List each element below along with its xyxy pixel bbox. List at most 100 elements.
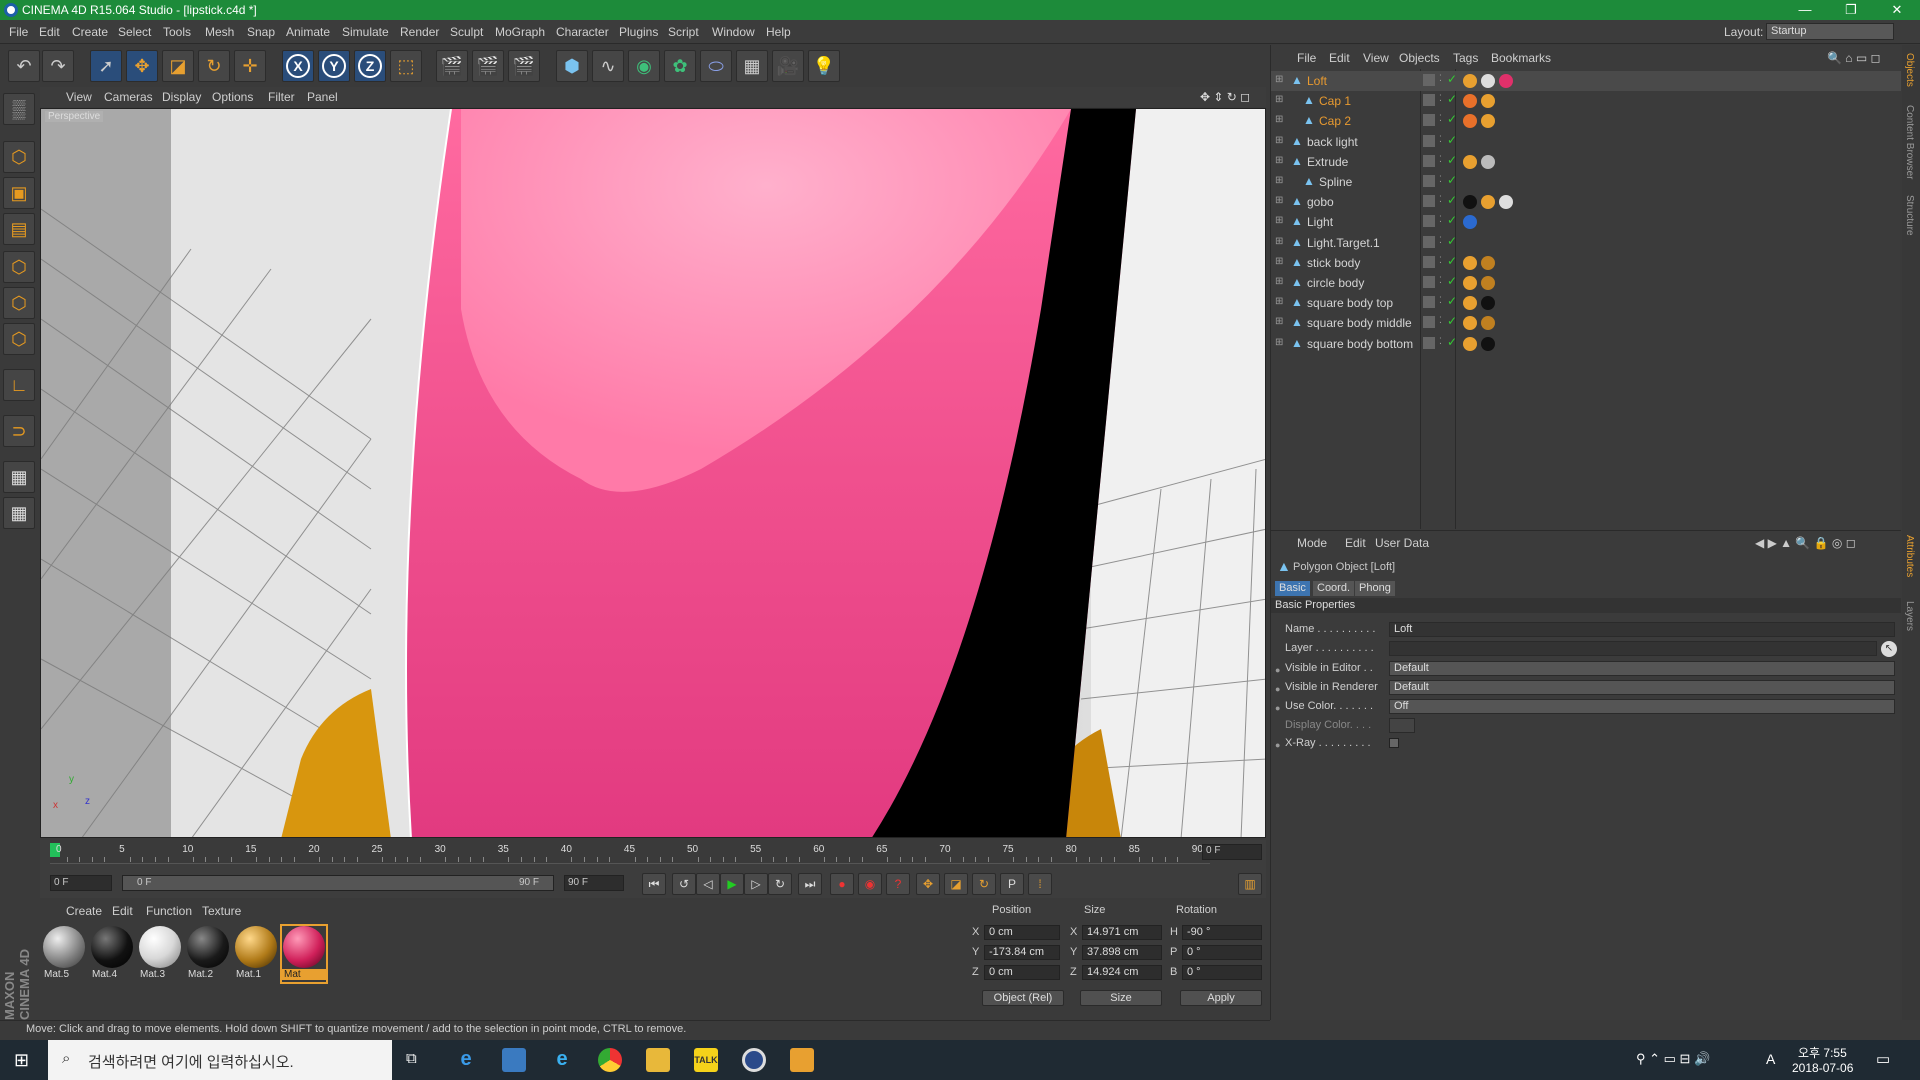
layer-swatch-icon[interactable] [1423, 215, 1435, 228]
material-swatch[interactable]: Mat.1 [234, 926, 278, 982]
object-menu-bookmarks[interactable]: Bookmarks [1491, 51, 1551, 65]
kakaotalk-icon[interactable]: TALK [694, 1048, 718, 1072]
use-color-select[interactable]: Off [1389, 699, 1895, 714]
select-tool-icon[interactable]: ➚ [90, 50, 122, 82]
enabled-check-icon[interactable]: ✓ [1447, 274, 1457, 288]
material-tag-icon[interactable] [1481, 255, 1495, 270]
size-y-field[interactable]: 37.898 cm [1082, 945, 1162, 960]
attribute-menu-edit[interactable]: Edit [1345, 536, 1366, 550]
viewport-menu-view[interactable]: View [66, 90, 92, 104]
object-row[interactable]: ⊞ ▲ circle body ⁚ ✓ [1271, 273, 1901, 293]
go-to-start-icon[interactable]: ⏮ [642, 873, 666, 895]
layer-swatch-icon[interactable] [1423, 74, 1435, 86]
object-row[interactable]: ⊞ ▲ Light ⁚ ✓ [1271, 212, 1901, 232]
visibility-dots-icon[interactable]: ⁚ [1439, 113, 1442, 124]
material-menu-function[interactable]: Function [146, 904, 192, 918]
autokey-icon[interactable]: ◉ [858, 873, 882, 895]
viewport-menu-options[interactable]: Options [212, 90, 253, 104]
side-tab-objects[interactable]: Objects [1904, 53, 1915, 87]
clock-date[interactable]: 2018-07-06 [1792, 1061, 1853, 1075]
side-tab-structure[interactable]: Structure [1904, 195, 1915, 236]
material-swatch[interactable]: Mat.2 [186, 926, 230, 982]
menu-mesh[interactable]: Mesh [205, 25, 234, 39]
enabled-check-icon[interactable]: ✓ [1447, 234, 1457, 248]
attribute-menu-mode[interactable]: Mode [1297, 536, 1327, 550]
object-row[interactable]: ⊞ ▲ square body top ⁚ ✓ [1271, 293, 1901, 313]
layer-swatch-icon[interactable] [1423, 195, 1435, 208]
expand-icon[interactable]: ⊞ [1275, 215, 1283, 226]
expand-icon[interactable]: ⊞ [1275, 135, 1283, 146]
rotation-p-field[interactable]: 0 ° [1182, 945, 1262, 960]
object-name[interactable]: Spline [1319, 175, 1352, 189]
rotation-h-field[interactable]: -90 ° [1182, 925, 1262, 940]
next-frame-icon[interactable]: ▷ [744, 873, 768, 895]
ime-indicator[interactable]: A [1766, 1051, 1775, 1067]
expand-icon[interactable]: ⊞ [1275, 94, 1283, 105]
polygons-mode-icon[interactable]: ⬡ [3, 323, 35, 355]
visibility-dots-icon[interactable]: ⁚ [1439, 73, 1442, 84]
model-mode-icon[interactable]: ⬡ [3, 141, 35, 173]
key-pla-icon[interactable]: ⁞ [1028, 873, 1052, 895]
coordinate-system-icon[interactable]: ⬚ [390, 50, 422, 82]
object-name[interactable]: Light.Target.1 [1307, 236, 1380, 250]
enabled-check-icon[interactable]: ✓ [1447, 294, 1457, 308]
menu-simulate[interactable]: Simulate [342, 25, 389, 39]
workplane-icon[interactable]: ▤ [3, 213, 35, 245]
viewport-menu-filter[interactable]: Filter [268, 90, 295, 104]
layer-swatch-icon[interactable] [1423, 175, 1435, 187]
menu-edit[interactable]: Edit [39, 25, 60, 39]
layer-field[interactable] [1389, 641, 1877, 656]
visibility-dots-icon[interactable]: ⁚ [1439, 255, 1442, 266]
object-manager-nav-icons[interactable]: 🔍 ⌂ ▭ ◻ [1827, 51, 1881, 65]
magnet-icon[interactable]: ⊃ [3, 415, 35, 447]
layer-swatch-icon[interactable] [1423, 94, 1435, 107]
menu-sculpt[interactable]: Sculpt [450, 25, 483, 39]
enabled-check-icon[interactable]: ✓ [1447, 92, 1457, 106]
position-y-field[interactable]: -173.84 cm [984, 945, 1060, 960]
menu-select[interactable]: Select [118, 25, 151, 39]
light-icon[interactable]: 💡 [808, 50, 840, 82]
expand-icon[interactable]: ⊞ [1275, 337, 1283, 348]
texture-tag-icon[interactable] [1463, 154, 1477, 169]
media-player-icon[interactable] [790, 1048, 814, 1072]
material-tag-icon[interactable] [1499, 74, 1513, 88]
next-key-icon[interactable]: ↻ [768, 873, 792, 895]
object-row[interactable]: ⊞ ▲ Spline ⁚ ✓ [1271, 172, 1901, 192]
material-swatch[interactable]: Mat.5 [42, 926, 86, 982]
enabled-check-icon[interactable]: ✓ [1447, 254, 1457, 268]
chrome-icon[interactable] [598, 1048, 622, 1072]
cinema4d-taskbar-icon[interactable] [742, 1048, 766, 1072]
viewport-menu-panel[interactable]: Panel [307, 90, 338, 104]
size-z-field[interactable]: 14.924 cm [1082, 965, 1162, 980]
nurbs-icon[interactable]: ◉ [628, 50, 660, 82]
object-menu-objects[interactable]: Objects [1399, 51, 1440, 65]
edge-browser-icon[interactable]: e [454, 1048, 478, 1072]
viewport-menu-cameras[interactable]: Cameras [104, 90, 153, 104]
expand-icon[interactable]: ⊞ [1275, 74, 1283, 85]
visibility-dots-icon[interactable]: ⁚ [1439, 93, 1442, 104]
render-picture-viewer-icon[interactable]: 🎬 [472, 50, 504, 82]
object-name[interactable]: Loft [1307, 74, 1327, 88]
x-axis-lock-icon[interactable]: X [282, 50, 314, 82]
object-name[interactable]: circle body [1307, 276, 1364, 290]
expand-icon[interactable]: ⊞ [1275, 296, 1283, 307]
object-name[interactable]: square body top [1307, 296, 1393, 310]
visibility-dots-icon[interactable]: ⁚ [1439, 214, 1442, 225]
layout-select[interactable]: Startup [1766, 23, 1894, 40]
object-name[interactable]: square body middle [1307, 316, 1412, 330]
layer-swatch-icon[interactable] [1423, 154, 1435, 167]
visibility-dots-icon[interactable]: ⁚ [1439, 174, 1442, 185]
visibility-dots-icon[interactable]: ⁚ [1439, 275, 1442, 286]
floor-icon[interactable]: ▦ [736, 50, 768, 82]
y-axis-lock-icon[interactable]: Y [318, 50, 350, 82]
side-tab-layers[interactable]: Layers [1904, 601, 1915, 631]
material-menu-edit[interactable]: Edit [112, 904, 133, 918]
rotation-b-field[interactable]: 0 ° [1182, 965, 1262, 980]
workplane-lock-icon[interactable]: ▦ [3, 497, 35, 529]
store-app-icon[interactable] [502, 1048, 526, 1072]
move-tool-icon[interactable]: ✥ [126, 50, 158, 82]
position-z-field[interactable]: 0 cm [984, 965, 1060, 980]
visibility-dots-icon[interactable]: ⁚ [1439, 295, 1442, 306]
visible-in-editor-select[interactable]: Default [1389, 661, 1895, 676]
texture-mode-icon[interactable]: ▣ [3, 177, 35, 209]
